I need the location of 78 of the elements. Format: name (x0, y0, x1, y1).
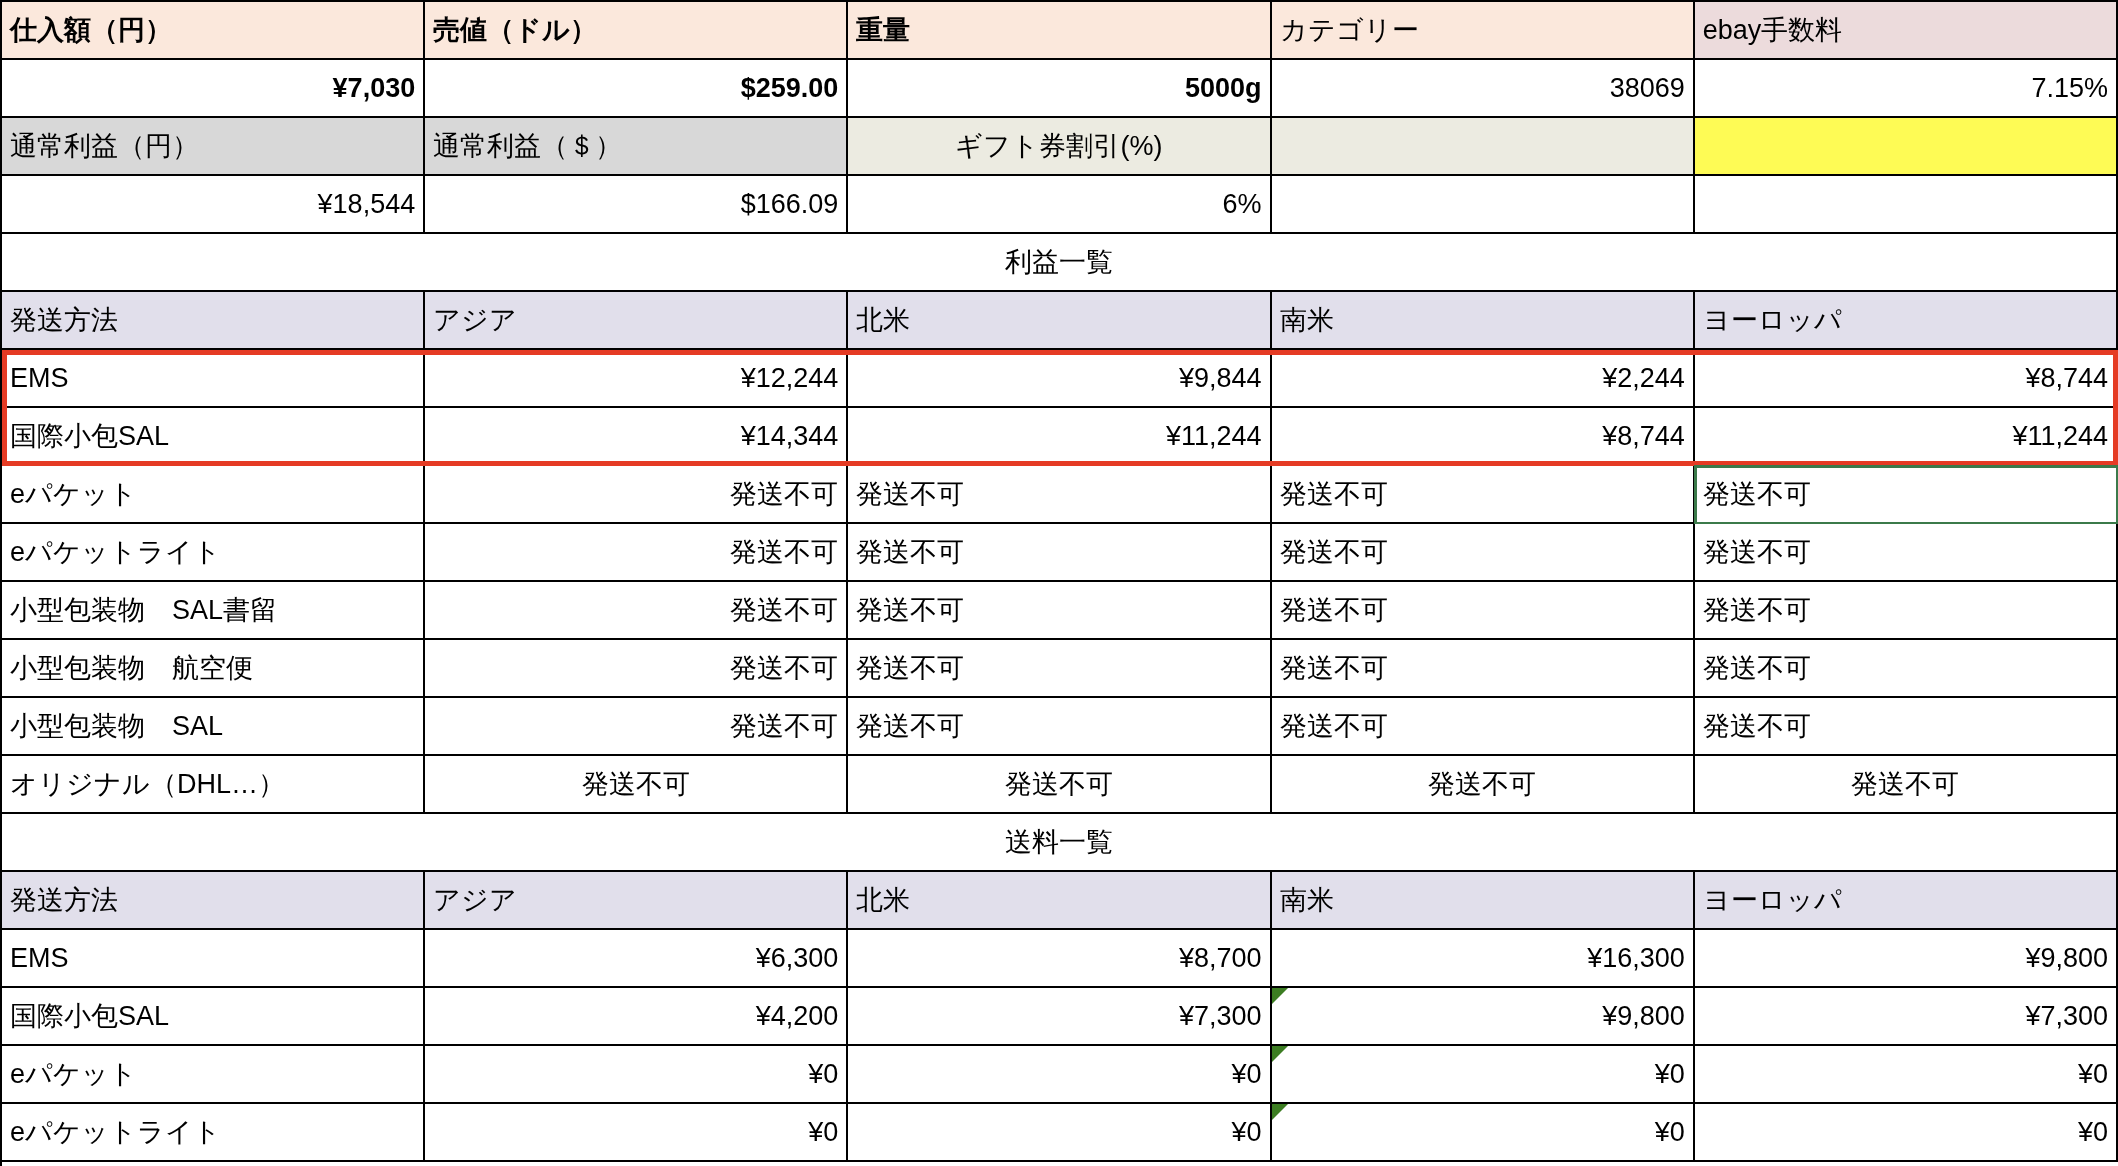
table-cell: ¥7,030 (2, 60, 426, 118)
table-cell: 発送不可 (425, 466, 849, 524)
table-cell: 6% (848, 176, 1272, 234)
table-cell: 発送不可 (425, 756, 849, 814)
table-cell: オリジナル（DHL…） (2, 756, 426, 814)
column-header: ヨーロッパ (1694, 872, 2118, 930)
table-cell: 発送不可 (1694, 466, 2118, 524)
table-cell: ギフト券割引(%) (848, 118, 1272, 176)
table-cell: ¥0 (848, 1046, 1272, 1104)
section-title: 送料一覧 (2, 814, 2118, 872)
table-cell: 発送不可 (1694, 756, 2118, 814)
table-cell: 5000g (848, 60, 1272, 118)
column-header: カテゴリー (1271, 2, 1695, 60)
table-cell: ¥16,300 (1271, 930, 1695, 988)
table-cell: eパケットライト (2, 524, 426, 582)
table-cell: 7.15% (1694, 60, 2118, 118)
column-header: 南米 (1271, 872, 1695, 930)
table-cell: 発送不可 (848, 640, 1272, 698)
table-cell: 発送不可 (1694, 698, 2118, 756)
table-cell: EMS (2, 930, 426, 988)
table-cell: ¥0 (848, 1104, 1272, 1162)
table-cell: ¥9,800 (1694, 930, 2118, 988)
table-cell: eパケット (2, 1046, 426, 1104)
table-cell: 発送不可 (425, 582, 849, 640)
table-cell: 通常利益（＄） (425, 118, 849, 176)
table-cell: 発送不可 (1694, 640, 2118, 698)
column-header: 北米 (848, 292, 1272, 350)
table-cell: 発送不可 (1271, 582, 1695, 640)
table-cell: ¥0 (1694, 1104, 2118, 1162)
column-header: ebay手数料 (1694, 2, 2118, 60)
column-header: 売値（ドル） (425, 2, 849, 60)
table-cell: 小型包装物 航空便 (2, 640, 426, 698)
table-cell: ¥8,700 (848, 930, 1272, 988)
table-cell: 発送不可 (1271, 756, 1695, 814)
table-cell: 38069 (1271, 60, 1695, 118)
column-header: 重量 (848, 2, 1272, 60)
table-cell: 発送不可 (425, 640, 849, 698)
table-cell: eパケット (2, 466, 426, 524)
table-cell: 発送不可 (1694, 524, 2118, 582)
table-cell: ¥0 (1694, 1046, 2118, 1104)
table-cell: 発送不可 (425, 698, 849, 756)
table-cell: $259.00 (425, 60, 849, 118)
table-cell: 発送不可 (1271, 640, 1695, 698)
table-cell: 国際小包SAL (2, 988, 426, 1046)
table-cell: $166.09 (425, 176, 849, 234)
table-cell: 発送不可 (848, 524, 1272, 582)
table-cell: 発送不可 (1271, 524, 1695, 582)
table-cell: 発送不可 (848, 582, 1272, 640)
table-cell: 小型包装物 SAL書留 (2, 582, 426, 640)
table-cell: ¥18,544 (2, 176, 426, 234)
table-cell: 発送不可 (1694, 582, 2118, 640)
table-cell: ¥7,300 (848, 988, 1272, 1046)
table-cell: ¥0 (425, 1046, 849, 1104)
table-cell: 発送不可 (1271, 466, 1695, 524)
table-cell: ¥6,300 (425, 930, 849, 988)
section-title: 利益一覧 (2, 234, 2118, 292)
table-cell: 通常利益（円） (2, 118, 426, 176)
column-header: 南米 (1271, 292, 1695, 350)
column-header: ヨーロッパ (1694, 292, 2118, 350)
column-header: アジア (425, 292, 849, 350)
table-cell: ¥7,300 (1694, 988, 2118, 1046)
table-cell: ¥9,800 (1271, 988, 1695, 1046)
column-header: 発送方法 (2, 872, 426, 930)
column-header: 仕入額（円） (2, 2, 426, 60)
table-cell: 発送不可 (848, 698, 1272, 756)
table-cell: ¥4,200 (425, 988, 849, 1046)
table-cell: 発送不可 (1271, 698, 1695, 756)
table-cell: ¥0 (1271, 1104, 1695, 1162)
table-cell: 発送不可 (848, 756, 1272, 814)
table-cell: 小型包装物 SAL (2, 698, 426, 756)
column-header: アジア (425, 872, 849, 930)
table-cell: 発送不可 (425, 524, 849, 582)
table-cell: eパケットライト (2, 1104, 426, 1162)
table-cell: ¥0 (425, 1104, 849, 1162)
column-header: 発送方法 (2, 292, 426, 350)
table-cell: ¥0 (1271, 1046, 1695, 1104)
table-cell: 発送不可 (848, 466, 1272, 524)
column-header: 北米 (848, 872, 1272, 930)
